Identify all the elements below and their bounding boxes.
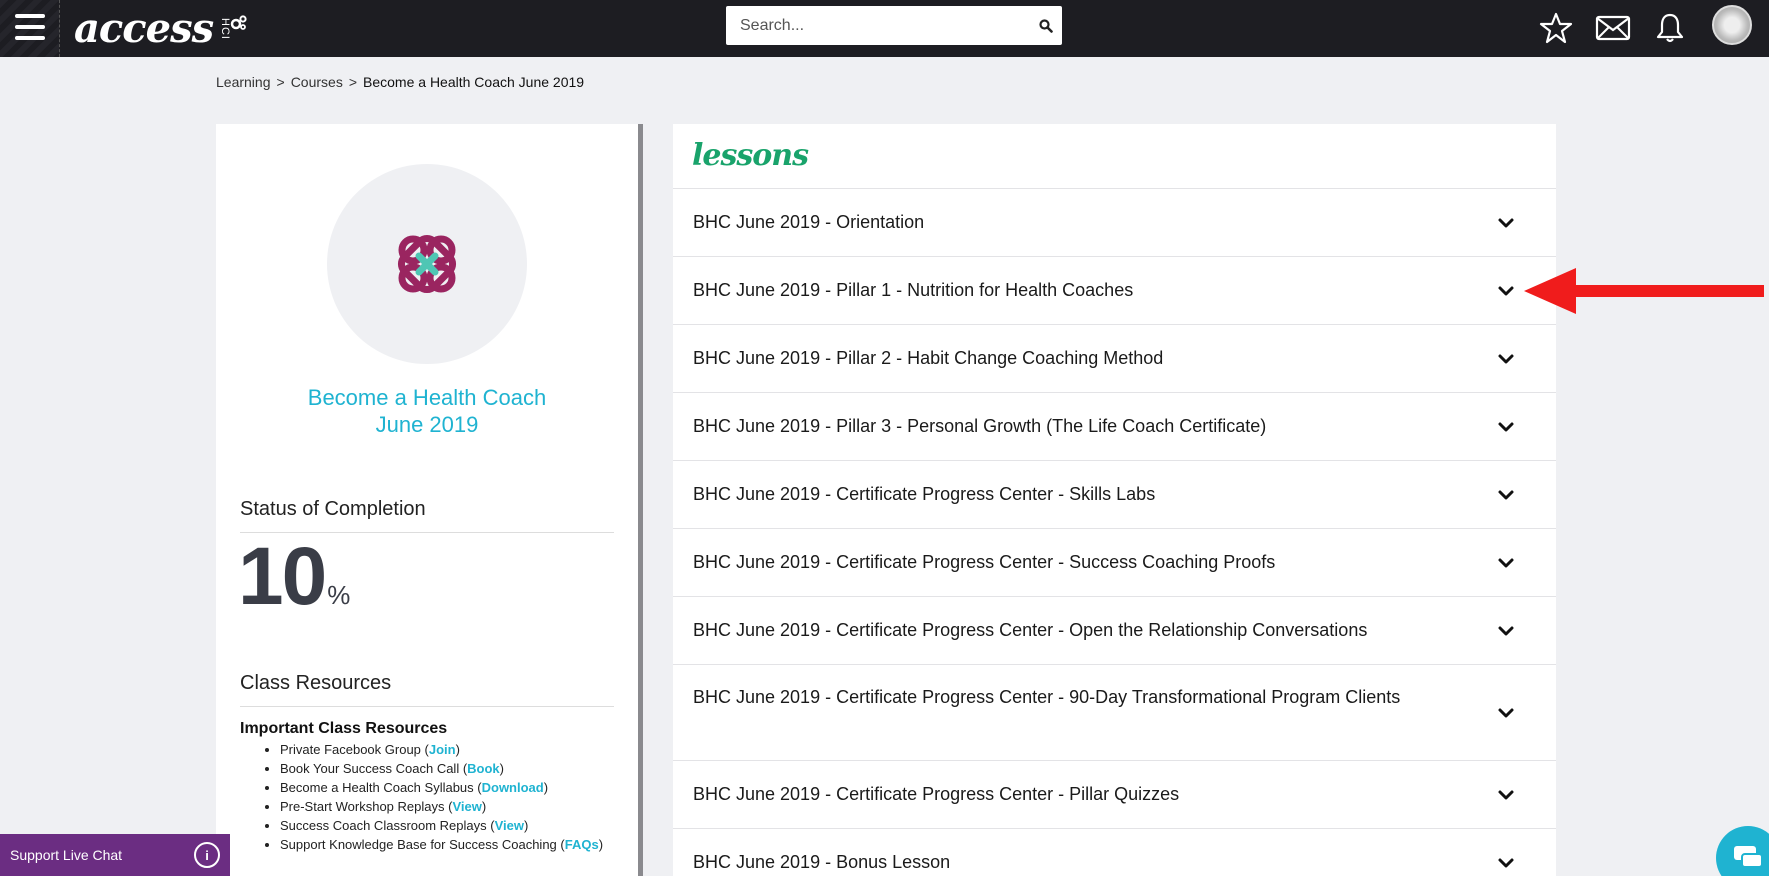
course-logo-icon: [397, 234, 457, 294]
completion-percentage: 10 %: [238, 536, 350, 618]
resource-link-view[interactable]: View: [495, 818, 524, 833]
search-icon[interactable]: [1030, 6, 1062, 45]
lesson-row[interactable]: BHC June 2019 - Bonus Lesson: [673, 828, 1556, 876]
support-chat-icon: i: [194, 842, 220, 868]
resource-end: ): [543, 780, 549, 795]
resource-link-view[interactable]: View: [452, 799, 481, 814]
resource-end: ): [499, 761, 504, 776]
chevron-down-icon[interactable]: [1497, 857, 1515, 869]
breadcrumb: Learning > Courses > Become a Health Coach J…: [216, 74, 584, 90]
course-title-line1: Become a Health Coach: [307, 385, 547, 410]
hamburger-icon: [15, 14, 45, 18]
breadcrumb-courses[interactable]: Courses: [291, 74, 343, 90]
lesson-row[interactable]: BHC June 2019 - Pillar 3 - Personal Grow…: [673, 392, 1556, 460]
annotation-arrow-icon: [1524, 268, 1764, 314]
resource-link-faqs[interactable]: FAQs: [565, 837, 599, 852]
lessons-heading: lessons: [692, 138, 809, 173]
hamburger-line: [15, 25, 45, 29]
resource-item: Become a Health Coach Syllabus (Download…: [280, 778, 620, 797]
important-resources-heading: Important Class Resources: [240, 720, 448, 737]
resource-text: Book Your Success Coach Call (: [280, 761, 468, 776]
resource-item: Book Your Success Coach Call (Book): [280, 759, 620, 778]
bell-icon[interactable]: [1650, 8, 1690, 48]
resource-link-download[interactable]: Download: [482, 780, 544, 795]
lesson-title: BHC June 2019 - Certificate Progress Cen…: [693, 687, 1401, 707]
chevron-down-icon[interactable]: [1497, 217, 1515, 229]
user-avatar[interactable]: [1712, 5, 1752, 45]
resource-item: Pre-Start Workshop Replays (View): [280, 797, 620, 816]
lesson-row[interactable]: BHC June 2019 - Pillar 1 - Nutrition for…: [673, 256, 1556, 324]
lesson-title: BHC June 2019 - Certificate Progress Cen…: [693, 552, 1276, 572]
course-title-line2: June 2019: [375, 412, 479, 437]
chevron-down-icon[interactable]: [1497, 789, 1515, 801]
hamburger-menu-button[interactable]: [0, 0, 60, 57]
lesson-title: BHC June 2019 - Pillar 2 - Habit Change …: [693, 348, 1164, 368]
resource-end: ): [523, 818, 529, 833]
lesson-title: BHC June 2019 - Certificate Progress Cen…: [693, 620, 1368, 640]
resource-end: ): [598, 837, 604, 852]
completion-symbol: %: [327, 580, 351, 610]
logo-text: access: [74, 4, 214, 52]
chevron-down-icon[interactable]: [1497, 557, 1515, 569]
course-image: [327, 164, 527, 364]
support-live-chat-button[interactable]: Support Live Chat i: [0, 834, 230, 876]
lesson-row[interactable]: BHC June 2019 - Pillar 2 - Habit Change …: [673, 324, 1556, 392]
top-navigation-bar: access HCI: [0, 0, 1769, 57]
resource-text: Become a Health Coach Syllabus (: [280, 780, 482, 795]
star-icon[interactable]: [1536, 8, 1576, 48]
divider: [240, 706, 614, 707]
chevron-down-icon[interactable]: [1497, 285, 1515, 297]
resource-text: Pre-Start Workshop Replays (: [280, 799, 453, 814]
breadcrumb-learning[interactable]: Learning: [216, 74, 271, 90]
resource-item: Private Facebook Group (Join): [280, 740, 620, 759]
resource-link-join[interactable]: Join: [429, 742, 456, 757]
gears-icon[interactable]: [230, 14, 248, 37]
lesson-row[interactable]: BHC June 2019 - Certificate Progress Cen…: [673, 596, 1556, 664]
lesson-row[interactable]: BHC June 2019 - Certificate Progress Cen…: [673, 460, 1556, 528]
chevron-down-icon[interactable]: [1497, 489, 1515, 501]
chevron-down-icon[interactable]: [1497, 625, 1515, 637]
status-heading: Status of Completion: [240, 498, 426, 520]
lesson-row[interactable]: BHC June 2019 - Certificate Progress Cen…: [673, 528, 1556, 596]
breadcrumb-separator: >: [348, 74, 358, 90]
resource-link-book[interactable]: Book: [467, 761, 500, 776]
chat-icon[interactable]: [1716, 826, 1769, 876]
breadcrumb-current: Become a Health Coach June 2019: [363, 74, 585, 90]
chevron-down-icon[interactable]: [1497, 707, 1515, 719]
resource-text: Success Coach Classroom Replays (: [280, 818, 495, 833]
course-info-panel: Become a Health Coach June 2019 Status o…: [216, 124, 638, 876]
lesson-title: BHC June 2019 - Pillar 3 - Personal Grow…: [693, 416, 1267, 436]
search-input[interactable]: [726, 6, 1030, 45]
resource-end: ): [455, 742, 460, 757]
support-chat-label: Support Live Chat: [10, 847, 123, 863]
course-title: Become a Health Coach June 2019: [216, 384, 638, 438]
resource-end: ): [481, 799, 487, 814]
resources-heading: Class Resources: [240, 672, 392, 694]
lesson-title: BHC June 2019 - Bonus Lesson: [693, 852, 951, 872]
lesson-row[interactable]: BHC June 2019 - Certificate Progress Cen…: [673, 760, 1556, 828]
breadcrumb-separator: >: [276, 74, 285, 90]
hamburger-line: [15, 36, 45, 40]
resource-item: Support Knowledge Base for Success Coach…: [280, 835, 620, 854]
resource-text: Private Facebook Group (: [280, 742, 429, 757]
logo[interactable]: access HCI: [74, 0, 231, 57]
chevron-down-icon[interactable]: [1497, 421, 1515, 433]
resources-list: Private Facebook Group (Join) Book Your …: [280, 740, 620, 854]
lesson-row[interactable]: BHC June 2019 - Certificate Progress Cen…: [673, 664, 1556, 760]
lesson-row[interactable]: BHC June 2019 - Orientation: [673, 188, 1556, 256]
lesson-title: BHC June 2019 - Certificate Progress Cen…: [693, 484, 1156, 504]
mail-icon[interactable]: [1593, 8, 1633, 48]
completion-value: 10: [238, 531, 327, 622]
search-box: [726, 6, 1062, 45]
resource-item: Success Coach Classroom Replays (View): [280, 816, 620, 835]
lessons-panel: lessons BHC June 2019 - Orientation BHC …: [673, 124, 1556, 876]
lesson-title: BHC June 2019 - Certificate Progress Cen…: [693, 784, 1180, 804]
lesson-title: BHC June 2019 - Orientation: [693, 212, 925, 232]
lesson-title: BHC June 2019 - Pillar 1 - Nutrition for…: [693, 280, 1134, 300]
panel-divider: [638, 124, 643, 876]
chevron-down-icon[interactable]: [1497, 353, 1515, 365]
resource-text: Support Knowledge Base for Success Coach…: [280, 837, 565, 852]
